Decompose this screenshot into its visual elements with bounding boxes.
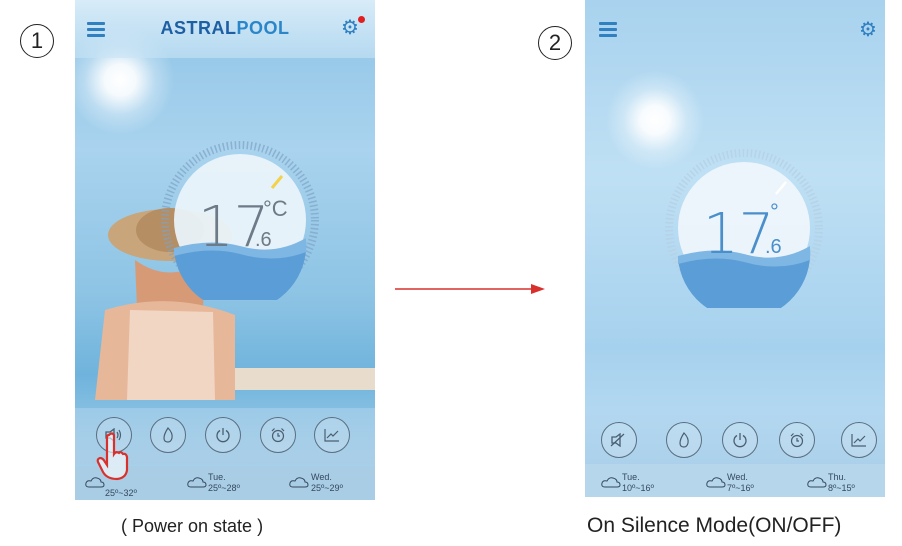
forecast-day-2: Wed. 7º~16º: [727, 472, 754, 493]
notification-dot: [358, 16, 365, 23]
transition-arrow: [395, 284, 545, 294]
alarm-clock-icon[interactable]: [260, 417, 296, 453]
app-header: ⚙: [585, 0, 885, 58]
speaker-muted-icon[interactable]: [601, 422, 637, 458]
temperature-unit: °C: [263, 196, 288, 221]
weather-forecast-bar: Tue. 10º~16º Wed. 7º~16º Thu. 8º~15º: [585, 464, 885, 497]
temperature-decimal: .6: [765, 236, 782, 258]
menu-icon[interactable]: [599, 22, 617, 37]
caption-power-on: ( Power on state ): [121, 516, 264, 536]
forecast-day-3: Wed. 25º~29º: [311, 472, 343, 493]
power-icon[interactable]: [205, 417, 241, 453]
control-tray: [585, 408, 885, 464]
alarm-clock-icon[interactable]: [779, 422, 815, 458]
forecast-day-1: Tue. 10º~16º: [622, 472, 654, 493]
cloud-icon: [289, 477, 309, 488]
settings-gear-icon[interactable]: ⚙: [341, 18, 359, 38]
chart-icon[interactable]: [841, 422, 877, 458]
pool-edge: [235, 368, 375, 390]
phone-screen-silence-mode: ⚙ 17 ° .6 Tue. 10º~16º Wed. 7º~16º Thu. …: [585, 0, 885, 497]
step-number-1: 1: [20, 24, 54, 58]
forecast-day-2: Tue. 25º~28º: [208, 472, 240, 493]
caption-silence-mode: On Silence Mode(ON/OFF): [587, 514, 842, 537]
chart-icon[interactable]: [314, 417, 350, 453]
cloud-icon: [807, 477, 827, 488]
step-number-2: 2: [538, 26, 572, 60]
phone-screen-power-on: ASTRALPOOL ⚙ 17 °C .6 25º~32º Tue. 25º~2…: [75, 0, 375, 500]
pointing-hand-icon: [96, 432, 129, 481]
settings-gear-icon[interactable]: ⚙: [859, 20, 877, 40]
flame-icon[interactable]: [666, 422, 702, 458]
forecast-day-3: Thu. 8º~15º: [828, 472, 855, 493]
power-icon[interactable]: [722, 422, 758, 458]
cloud-icon: [601, 477, 621, 488]
cloud-icon: [187, 477, 207, 488]
temperature-decimal: .6: [255, 229, 272, 251]
flame-icon[interactable]: [150, 417, 186, 453]
brand-logo: ASTRALPOOL: [160, 18, 290, 38]
temperature-unit: °: [770, 199, 779, 224]
temperature-value: 17: [703, 202, 775, 267]
cloud-icon: [706, 477, 726, 488]
app-header: ASTRALPOOL ⚙: [75, 0, 375, 58]
